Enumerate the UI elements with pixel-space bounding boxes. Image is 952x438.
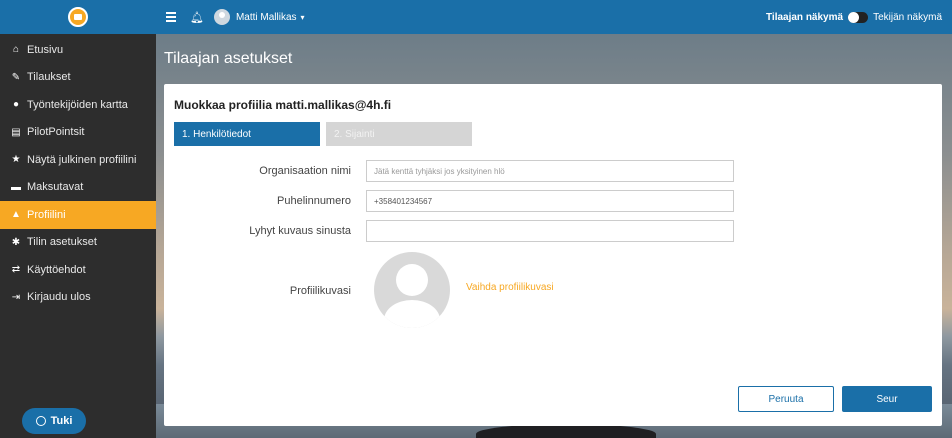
user-icon: ▲	[11, 209, 21, 221]
sidebar: ⌂ Etusivu ✎ Tilaukset ● Työntekijöiden kartta…	[0, 0, 156, 438]
card-title: Muokkaa profiilia matti.mallikas@4h.fi	[174, 98, 392, 112]
bell-icon[interactable]: 🔔︎	[190, 11, 204, 24]
customer-view-label: Tilaajan näkymä	[765, 11, 844, 23]
change-picture-link[interactable]: Vaihda profiilikuvasi	[466, 282, 554, 293]
sidebar-item-profiilini[interactable]: ▲ Profiilini	[0, 201, 156, 229]
sidebar-item-pilotpointsit[interactable]: ▤ PilotPointsit	[0, 119, 156, 147]
sidebar-item-maksutavat[interactable]: ▬ Maksutavat	[0, 174, 156, 202]
gear-icon: ✱	[11, 236, 21, 248]
sidebar-item-kirjaudu-ulos[interactable]: ⇥ Kirjaudu ulos	[0, 284, 156, 312]
description-input[interactable]	[366, 220, 734, 242]
edit-icon: ✎	[11, 71, 21, 83]
user-menu[interactable]: Matti Mallikas	[236, 12, 297, 23]
description-row: Lyhyt kuvaus sinusta	[164, 220, 942, 242]
sidebar-item-label: Maksutavat	[27, 181, 84, 194]
phone-row: Puhelinnumero	[164, 190, 942, 212]
org-name-input[interactable]	[366, 160, 734, 182]
globe-icon: ●	[12, 99, 20, 111]
phone-label: Puhelinnumero	[277, 195, 351, 207]
chevron-down-icon[interactable]: ▾	[301, 13, 305, 22]
logout-icon: ⇥	[11, 291, 21, 303]
phone-input[interactable]	[366, 190, 734, 212]
sidebar-item-työntekijöiden-kartta[interactable]: ● Työntekijöiden kartta	[0, 91, 156, 119]
chat-icon	[35, 416, 46, 426]
picture-label: Profiilikuvasi	[289, 285, 351, 297]
profile-card: Muokkaa profiilia matti.mallikas@4h.fi 1…	[164, 84, 942, 426]
sidebar-item-label: Etusivu	[27, 43, 64, 56]
home-icon: ⌂	[12, 44, 20, 56]
topbar: 🔔︎ Matti Mallikas ▾ Tilaajan näkymä Teki…	[156, 0, 952, 34]
avatar[interactable]	[213, 9, 230, 25]
page-title: Tilaajan asetukset	[164, 50, 293, 67]
sidebar-item-käyttöehdot[interactable]: ⇄ Käyttöehdot	[0, 256, 156, 284]
hamburger-icon[interactable]	[166, 12, 176, 22]
sidebar-item-label: Profiilini	[27, 208, 66, 221]
logo	[68, 7, 88, 27]
sidebar-item-label: Tilin asetukset	[27, 236, 97, 249]
tab-location[interactable]: 2. Sijainti	[326, 122, 472, 146]
sidebar-item-tilaukset[interactable]: ✎ Tilaukset	[0, 64, 156, 92]
sidebar-item-label: Käyttöehdot	[27, 263, 86, 276]
maker-view-label: Tekijän näkymä	[873, 11, 942, 23]
credit-card-icon: ▬	[11, 181, 21, 193]
sidebar-item-näytä-julkinen-profiilini[interactable]: ★ Näytä julkinen profiilini	[0, 146, 156, 174]
sidebar-item-tilin-asetukset[interactable]: ✱ Tilin asetukset	[0, 229, 156, 257]
support-label: Tuki	[50, 415, 73, 427]
sidebar-item-label: PilotPointsit	[27, 126, 85, 139]
print-icon: ▤	[11, 126, 21, 138]
tab-personal-info[interactable]: 1. Henkilötiedot	[174, 122, 320, 146]
org-row: Organisaation nimi	[164, 160, 942, 182]
view-toggle[interactable]	[848, 11, 869, 23]
logo-area[interactable]	[0, 0, 156, 34]
cancel-button[interactable]: Peruuta	[738, 386, 834, 412]
org-label: Organisaation nimi	[259, 165, 351, 177]
description-label: Lyhyt kuvaus sinusta	[249, 225, 351, 237]
star-icon: ★	[11, 154, 21, 166]
sidebar-item-label: Työntekijöiden kartta	[27, 98, 128, 111]
view-switch: Tilaajan näkymä Tekijän näkymä	[765, 11, 942, 23]
main-area: Tilaajan asetukset Muokkaa profiilia mat…	[156, 34, 952, 438]
next-button[interactable]: Seur	[842, 386, 932, 412]
profile-picture	[374, 252, 450, 328]
sidebar-item-etusivu[interactable]: ⌂ Etusivu	[0, 36, 156, 64]
handshake-icon: ⇄	[11, 264, 21, 276]
sidebar-item-label: Kirjaudu ulos	[27, 291, 91, 304]
sidebar-nav: ⌂ Etusivu ✎ Tilaukset ● Työntekijöiden kartta…	[0, 34, 156, 311]
sidebar-item-label: Näytä julkinen profiilini	[27, 153, 137, 166]
sidebar-item-label: Tilaukset	[27, 71, 71, 84]
background-rock	[476, 424, 656, 438]
support-button[interactable]: Tuki	[22, 408, 86, 434]
